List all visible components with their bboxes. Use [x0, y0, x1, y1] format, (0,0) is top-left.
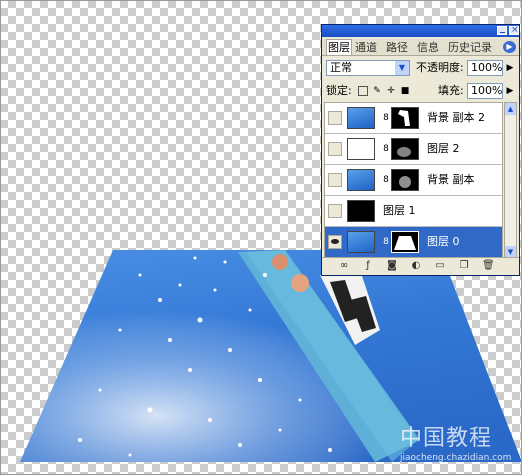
layer-row[interactable]: 图层 1 — [325, 196, 502, 227]
layer-row[interactable]: 8 背景 副本 2 — [325, 103, 502, 134]
layer-thumbnail[interactable] — [347, 231, 375, 253]
add-mask-icon[interactable]: ◙ — [386, 260, 398, 272]
tab-paths[interactable]: 路径 — [385, 40, 409, 55]
link-icon[interactable]: 8 — [383, 236, 389, 248]
layer-name[interactable]: 背景 副本 — [427, 173, 475, 187]
opacity-input[interactable]: 100% — [467, 60, 503, 76]
blend-row: 正常 ▼ 不透明度: 100% ▶ — [326, 59, 515, 79]
tab-layers[interactable]: 图层 — [326, 39, 352, 55]
layers-list: 8 背景 副本 2 8 图层 2 8 背景 副本 图层 1 8 图层 0 — [324, 102, 503, 261]
palette-footer: ∞ ƒ ◙ ◐ ▭ ❐ 🗑 — [322, 257, 519, 275]
layer-name[interactable]: 图层 2 — [427, 142, 460, 156]
mask-thumbnail[interactable] — [391, 169, 419, 191]
fill-arrow-icon[interactable]: ▶ — [504, 83, 516, 99]
layer-name[interactable]: 背景 副本 2 — [427, 111, 485, 125]
watermark-sub: jiaocheng.chazidian.com — [400, 453, 512, 463]
lock-all-icon[interactable]: ■ — [400, 86, 410, 96]
close-button[interactable] — [509, 24, 519, 36]
lock-move-icon[interactable]: ✛ — [386, 86, 396, 96]
lock-brush-icon[interactable]: ✎ — [372, 86, 382, 96]
layer-row-selected[interactable]: 8 图层 0 — [325, 227, 502, 260]
link-icon[interactable]: 8 — [383, 112, 389, 124]
opacity-label: 不透明度: — [416, 61, 464, 74]
visibility-toggle[interactable] — [328, 173, 342, 187]
watermark: 中国教程 jiaocheng.chazidian.com — [400, 420, 518, 470]
fill-label: 填充: — [438, 84, 464, 97]
opacity-arrow-icon[interactable]: ▶ — [504, 60, 516, 76]
layers-scrollbar[interactable]: ▲ ▼ — [504, 102, 517, 259]
layer-name[interactable]: 图层 0 — [427, 235, 460, 249]
fill-input[interactable]: 100% — [467, 83, 503, 99]
new-layer-icon[interactable]: ❐ — [458, 260, 470, 272]
adjustment-layer-icon[interactable]: ◐ — [410, 260, 422, 272]
chevron-down-icon: ▼ — [395, 61, 409, 75]
watermark-main: 中国教程 — [400, 426, 493, 451]
tab-channels[interactable]: 通道 — [354, 40, 378, 55]
link-icon[interactable]: 8 — [383, 143, 389, 155]
mask-thumbnail[interactable] — [391, 138, 419, 160]
lock-label: 锁定: — [326, 84, 352, 97]
layer-row[interactable]: 8 图层 2 — [325, 134, 502, 165]
layer-thumbnail[interactable] — [347, 200, 375, 222]
visibility-toggle[interactable] — [328, 235, 342, 249]
palette-titlebar[interactable] — [322, 24, 519, 37]
visibility-toggle[interactable] — [328, 142, 342, 156]
minimize-button[interactable] — [497, 26, 507, 35]
scroll-up-icon[interactable]: ▲ — [505, 103, 516, 115]
lock-transparency-icon[interactable] — [358, 86, 368, 96]
trash-icon[interactable]: 🗑 — [482, 260, 495, 272]
visibility-toggle[interactable] — [328, 204, 342, 218]
mask-thumbnail[interactable] — [391, 231, 419, 253]
visibility-toggle[interactable] — [328, 111, 342, 125]
palette-menu-icon[interactable]: ▶ — [503, 41, 516, 53]
layer-thumbnail[interactable] — [347, 107, 375, 129]
layer-row[interactable]: 8 背景 副本 — [325, 165, 502, 196]
blend-mode-value: 正常 — [330, 61, 352, 74]
blend-mode-select[interactable]: 正常 ▼ — [326, 60, 410, 76]
fill-value: 100% — [471, 84, 503, 97]
lock-row: 锁定: ✎ ✛ ■ 填充: 100% ▶ — [326, 83, 515, 99]
layer-thumbnail[interactable] — [347, 138, 375, 160]
tab-info[interactable]: 信息 — [416, 40, 440, 55]
palette-tabs: 图层 通道 路径 信息 历史记录 ▶ — [322, 39, 519, 56]
link-layers-icon[interactable]: ∞ — [338, 260, 350, 272]
opacity-value: 100% — [471, 61, 503, 74]
link-icon[interactable]: 8 — [383, 174, 389, 186]
layer-style-icon[interactable]: ƒ — [362, 260, 374, 272]
layer-name[interactable]: 图层 1 — [383, 204, 416, 218]
tab-history[interactable]: 历史记录 — [447, 40, 493, 55]
layers-palette: 图层 通道 路径 信息 历史记录 ▶ 正常 ▼ 不透明度: 100% ▶ 锁定:… — [321, 24, 520, 276]
new-group-icon[interactable]: ▭ — [434, 260, 446, 272]
mask-thumbnail[interactable] — [391, 107, 419, 129]
layer-thumbnail[interactable] — [347, 169, 375, 191]
